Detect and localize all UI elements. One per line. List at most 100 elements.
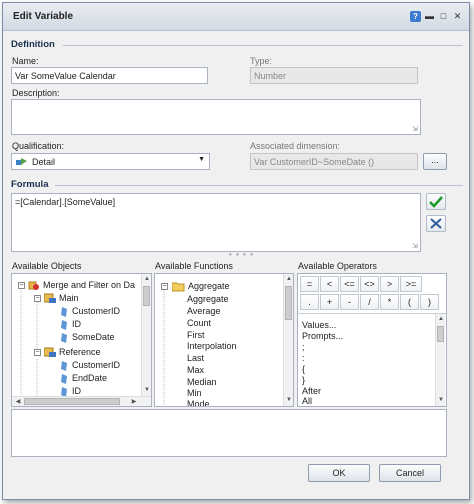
scrollbar-thumb[interactable]	[285, 286, 292, 320]
edit-variable-dialog: Edit Variable ? ▬ □ ✕ Definition Name: V…	[2, 2, 470, 500]
function-item[interactable]: Median	[187, 377, 217, 388]
name-input[interactable]: Var SomeValue Calendar	[11, 67, 208, 84]
function-item[interactable]: Min	[187, 388, 202, 399]
operator-divide-button[interactable]: /	[360, 294, 379, 310]
operator-list-item[interactable]: :	[302, 353, 305, 364]
operator-list[interactable]: Values... Prompts... ; : { } After All ▲…	[298, 313, 446, 406]
title-bar-controls: ? ▬ □ ✕	[410, 11, 463, 22]
operator-list-item[interactable]: Values...	[302, 320, 336, 331]
function-help-area	[11, 409, 447, 457]
operator-list-item[interactable]: ;	[302, 342, 305, 353]
function-item[interactable]: Count	[187, 318, 211, 329]
close-icon[interactable]: ✕	[452, 11, 463, 22]
collapse-icon[interactable]: −	[18, 282, 25, 289]
objects-horizontal-scrollbar[interactable]: ◀ ▶	[12, 396, 151, 406]
merged-universe-icon	[28, 281, 39, 290]
scroll-down-icon[interactable]: ▼	[437, 396, 445, 404]
scroll-down-icon[interactable]: ▼	[285, 396, 293, 404]
scroll-up-icon[interactable]: ▲	[437, 315, 445, 323]
scrollbar-thumb[interactable]	[437, 326, 444, 342]
function-item[interactable]: First	[187, 330, 205, 341]
functions-vertical-scrollbar[interactable]: ▲ ▼	[283, 274, 293, 406]
chevron-down-icon: ▼	[198, 156, 205, 163]
available-objects-tree[interactable]: − Merge and Filter on Da − Main Customer…	[11, 273, 152, 407]
operator-close-paren-button[interactable]: )	[420, 294, 439, 310]
dimension-icon	[61, 374, 67, 384]
function-item[interactable]: Interpolation	[187, 341, 237, 352]
formula-divider	[55, 185, 463, 186]
scrollbar-thumb[interactable]	[143, 286, 150, 306]
resize-grip-icon[interactable]: ⇲	[412, 126, 419, 133]
browse-dimension-button[interactable]: ...	[423, 153, 447, 170]
operator-list-item[interactable]: }	[302, 375, 305, 386]
validate-formula-button[interactable]	[426, 193, 446, 210]
collapse-icon[interactable]: −	[34, 295, 41, 302]
scrollbar-thumb[interactable]	[24, 398, 120, 405]
operator-less-equal-button[interactable]: <=	[340, 276, 359, 292]
dimension-icon	[61, 320, 67, 330]
resize-grip-icon[interactable]: ⇲	[412, 243, 419, 250]
maximize-icon[interactable]: □	[438, 11, 449, 22]
query-icon	[44, 347, 56, 357]
scroll-down-icon[interactable]: ▼	[143, 386, 151, 394]
ok-button[interactable]: OK	[308, 464, 370, 482]
operator-greater-button[interactable]: >	[380, 276, 399, 292]
operator-minus-button[interactable]: -	[340, 294, 359, 310]
operator-less-button[interactable]: <	[320, 276, 339, 292]
tree-item-label: CustomerID	[72, 306, 121, 316]
tree-item-label: Reference	[59, 347, 101, 357]
function-item[interactable]: Mode	[187, 399, 210, 406]
operator-dot-button[interactable]: .	[300, 294, 319, 310]
scroll-right-icon[interactable]: ▶	[130, 398, 138, 406]
available-functions-label: Available Functions	[155, 261, 233, 271]
function-item[interactable]: Aggregate	[187, 294, 229, 305]
function-item[interactable]: Last	[187, 353, 204, 364]
available-objects-label: Available Objects	[12, 261, 82, 271]
available-functions-tree[interactable]: − Aggregate Aggregate Average Count Firs…	[154, 273, 294, 407]
cancel-button[interactable]: Cancel	[379, 464, 441, 482]
folder-icon	[172, 282, 185, 292]
associated-dimension-label: Associated dimension:	[250, 141, 341, 151]
dimension-icon	[61, 361, 67, 371]
type-field: Number	[250, 67, 418, 84]
collapse-icon[interactable]: −	[161, 283, 168, 290]
title-bar: Edit Variable ? ▬ □ ✕	[3, 3, 469, 31]
scroll-left-icon[interactable]: ◀	[14, 398, 22, 406]
name-label: Name:	[12, 56, 39, 66]
operator-multiply-button[interactable]: *	[380, 294, 399, 310]
operator-equals-button[interactable]: =	[300, 276, 319, 292]
tree-item-label: Merge and Filter on Da	[43, 280, 136, 290]
clear-formula-button[interactable]	[426, 215, 446, 232]
minimize-icon[interactable]: ▬	[424, 11, 435, 22]
tree-item-label: EndDate	[72, 373, 108, 383]
type-label: Type:	[250, 56, 273, 66]
operator-list-item[interactable]: Prompts...	[302, 331, 343, 342]
qualification-select[interactable]: Detail ▼	[11, 153, 210, 170]
collapse-icon[interactable]: −	[34, 349, 41, 356]
dimension-icon	[61, 307, 67, 317]
operator-list-item[interactable]: {	[302, 364, 305, 375]
operator-plus-button[interactable]: +	[320, 294, 339, 310]
operator-open-paren-button[interactable]: (	[400, 294, 419, 310]
tree-item-label: Main	[59, 293, 79, 303]
operators-vertical-scrollbar[interactable]: ▲ ▼	[435, 314, 445, 406]
formula-text: =[Calendar].[SomeValue]	[15, 197, 116, 207]
formula-editor[interactable]: =[Calendar].[SomeValue] ⇲	[11, 193, 421, 252]
function-item[interactable]: Average	[187, 306, 220, 317]
scroll-up-icon[interactable]: ▲	[143, 275, 151, 283]
operator-not-equal-button[interactable]: <>	[360, 276, 379, 292]
function-item[interactable]: Max	[187, 365, 204, 376]
operator-greater-equal-button[interactable]: >=	[400, 276, 422, 292]
operator-list-item[interactable]: All	[302, 396, 312, 406]
splitter-grip[interactable]: • • • •	[229, 250, 254, 259]
available-operators-label: Available Operators	[298, 261, 377, 271]
definition-section-title: Definition	[11, 39, 55, 50]
formula-section-title: Formula	[11, 179, 49, 190]
associated-dimension-field: Var CustomerID~SomeDate ()	[250, 153, 418, 170]
dimension-icon	[61, 333, 67, 343]
close-x-icon	[430, 218, 442, 229]
help-icon[interactable]: ?	[410, 11, 421, 22]
scroll-up-icon[interactable]: ▲	[285, 275, 293, 283]
description-input[interactable]: ⇲	[11, 99, 421, 135]
objects-vertical-scrollbar[interactable]: ▲ ▼	[141, 274, 151, 396]
